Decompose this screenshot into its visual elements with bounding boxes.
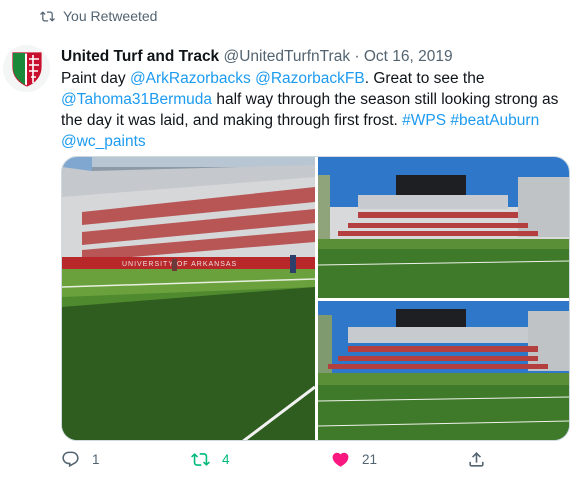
tweet-text-segment: . Great to see the — [364, 70, 485, 87]
retweet-icon — [191, 453, 210, 466]
tweet-link[interactable]: @Tahoma31Bermuda — [61, 91, 212, 108]
reply-button[interactable]: 1 — [61, 450, 100, 469]
media-grid: UNIVERSITY OF ARKANSAS — [61, 156, 570, 441]
like-count: 21 — [362, 452, 378, 467]
tweet-text-segment: Paint day — [61, 70, 130, 87]
retweeted-label: You Retweeted — [63, 8, 158, 24]
photo-stadium-field-2[interactable] — [318, 301, 569, 440]
action-bar: 1 4 21 — [61, 450, 541, 476]
retweeted-indicator: You Retweeted — [40, 5, 157, 27]
heart-icon — [332, 452, 349, 467]
reply-count: 1 — [92, 452, 100, 467]
share-button[interactable] — [467, 450, 498, 469]
tweet-link[interactable]: #beatAuburn — [450, 112, 539, 129]
photo-stadium-field-1[interactable] — [318, 157, 569, 298]
tweet-link[interactable]: @ArkRazorbacks — [130, 70, 251, 87]
author-handle[interactable]: @UnitedTurfnTrak — [224, 48, 351, 65]
tweet-link[interactable]: @wc_paints — [61, 133, 146, 150]
author-avatar[interactable] — [3, 45, 50, 92]
reply-icon — [62, 451, 79, 468]
tweet-text: Paint day @ArkRazorbacks @RazorbackFB. G… — [61, 68, 571, 152]
retweet-count: 4 — [222, 452, 230, 467]
like-button[interactable]: 21 — [331, 450, 377, 469]
tweet-date[interactable]: Oct 16, 2019 — [364, 48, 453, 65]
retweet-small-icon — [40, 10, 55, 22]
meta-separator: · — [354, 48, 360, 65]
stadium-sign-text: UNIVERSITY OF ARKANSAS — [122, 261, 237, 268]
tweet-link[interactable]: @RazorbackFB — [255, 70, 365, 87]
photo-stadium-sideline[interactable]: UNIVERSITY OF ARKANSAS — [62, 157, 315, 440]
share-icon — [469, 452, 484, 467]
logo-shield-icon — [11, 51, 42, 87]
tweet-link[interactable]: #WPS — [402, 112, 446, 129]
retweet-button[interactable]: 4 — [191, 450, 230, 469]
tweet-header: United Turf and Track @UnitedTurfnTrak ·… — [61, 48, 453, 66]
author-name[interactable]: United Turf and Track — [61, 48, 219, 65]
